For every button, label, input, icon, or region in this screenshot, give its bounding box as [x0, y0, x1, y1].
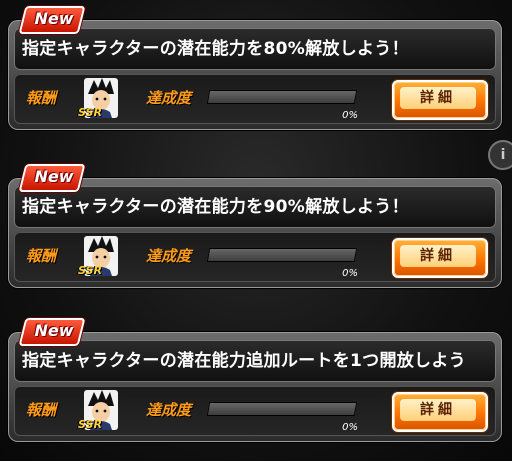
- new-badge-label: New: [34, 167, 74, 186]
- progress-value: 0%: [342, 422, 358, 433]
- progress-value: 0%: [342, 110, 358, 121]
- reward-label: 報酬: [26, 247, 57, 265]
- mission-card: 指定キャラクターの潜在能力を90%解放しよう！ New 報酬 SSR 達成度 0…: [8, 164, 502, 288]
- mission-card: 指定キャラクターの潜在能力追加ルートを1つ開放しよう New 報酬 SSR 達成…: [8, 318, 502, 442]
- mission-title: 指定キャラクターの潜在能力追加ルートを1つ開放しよう: [22, 351, 466, 371]
- reward-label: 報酬: [26, 89, 57, 107]
- detail-button[interactable]: 詳細: [392, 392, 488, 432]
- detail-button-face: 詳細: [400, 87, 476, 109]
- detail-button-label: 詳細: [420, 90, 456, 106]
- detail-button[interactable]: 詳細: [392, 238, 488, 278]
- new-badge-label: New: [34, 9, 74, 28]
- detail-button-face: 詳細: [400, 399, 476, 421]
- progress-label: 達成度: [146, 247, 192, 265]
- progress-bar: [206, 90, 358, 104]
- detail-button-label: 詳細: [420, 248, 456, 264]
- progress-label: 達成度: [146, 401, 192, 419]
- mission-card: 指定キャラクターの潜在能力を80%解放しよう！ New 報酬 SSR 達成度 0…: [8, 6, 502, 130]
- progress-bar: [206, 248, 358, 262]
- progress-bar: [206, 402, 358, 416]
- reward-rarity: SSR: [78, 418, 102, 431]
- mission-title: 指定キャラクターの潜在能力を90%解放しよう！: [22, 197, 409, 217]
- new-badge-label: New: [34, 321, 74, 340]
- progress-value: 0%: [342, 268, 358, 279]
- reward-rarity: SSR: [78, 106, 102, 119]
- detail-button-label: 詳細: [420, 402, 456, 418]
- detail-button-face: 詳細: [400, 245, 476, 267]
- reward-rarity: SSR: [78, 264, 102, 277]
- mission-title: 指定キャラクターの潜在能力を80%解放しよう！: [22, 39, 409, 59]
- progress-label: 達成度: [146, 89, 192, 107]
- reward-label: 報酬: [26, 401, 57, 419]
- detail-button[interactable]: 詳細: [392, 80, 488, 120]
